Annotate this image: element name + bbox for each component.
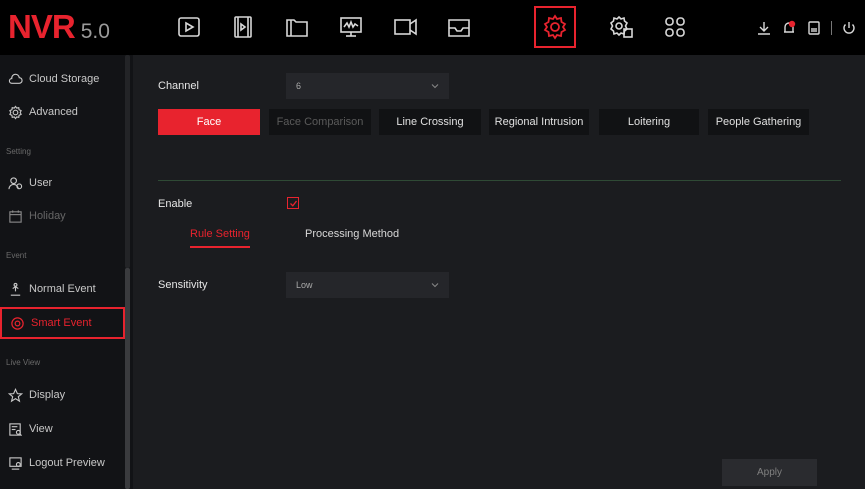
user-icon [8,176,23,189]
chevron-down-icon [431,283,439,288]
calendar-icon [9,209,22,223]
disk-icon[interactable] [806,20,822,36]
top-navigation-bar: NVR 5.0 [0,0,865,55]
sidebar-item-label: Normal Event [29,283,96,295]
sidebar-item-label: Display [29,389,66,401]
sidebar-item-label: Logout Preview [29,457,105,469]
logo-text: NVR [8,8,76,45]
channel-value: 6 [296,81,302,91]
advanced-gear-icon [9,104,22,120]
sidebar-item-label: Holiday [29,210,66,222]
sensitivity-select[interactable]: Low [286,272,449,298]
sensitivity-value: Low [296,280,313,290]
sidebar-item-label: View [29,423,53,435]
sidebar-item-advanced[interactable]: Advanced [0,96,125,128]
camera-icon[interactable] [384,6,426,48]
sidebar-item-label: Smart Event [31,317,92,329]
settings-icon[interactable] [534,6,576,48]
smart-event-icon [11,316,24,330]
folder-icon[interactable] [276,6,318,48]
tab-face-comparison[interactable]: Face Comparison [269,109,371,135]
tab-people-gathering[interactable]: People Gathering [708,109,809,135]
playback-icon[interactable] [168,6,210,48]
logout-preview-icon [9,456,22,470]
sidebar-item-normal-event[interactable]: Normal Event [0,273,125,305]
sidebar-item-display[interactable]: Display [0,379,125,411]
sidebar-item-holiday[interactable]: Holiday [0,200,125,232]
enable-label: Enable [158,198,193,210]
download-icon[interactable] [756,20,772,36]
sidebar-item-view[interactable]: View [0,413,125,445]
sensitivity-label: Sensitivity [158,279,208,291]
alarm-icon[interactable] [781,20,797,36]
tab-regional-intrusion[interactable]: Regional Intrusion [489,109,589,135]
logo-version: 5.0 [80,20,110,43]
sidebar-item-label: User [29,177,53,189]
system-settings-icon[interactable] [600,6,642,48]
sidebar-item-user[interactable]: User [0,167,125,199]
apply-button[interactable]: Apply [722,459,817,486]
smart-event-panel: Channel 6 Face Face Comparison Line Cros… [133,55,865,489]
sidebar-item-smart-event[interactable]: Smart Event [0,307,125,339]
subtab-rule-setting[interactable]: Rule Setting [190,228,250,240]
enable-checkbox[interactable] [287,197,299,209]
cloud-icon [8,73,23,84]
monitor-icon[interactable] [330,6,372,48]
tab-line-crossing[interactable]: Line Crossing [379,109,481,135]
section-divider [158,180,841,181]
chevron-down-icon [431,84,439,89]
tab-face[interactable]: Face [158,109,260,135]
checkmark-icon [289,200,297,207]
video-file-icon[interactable] [222,6,264,48]
subtab-active-indicator [190,246,250,248]
subtab-processing-method[interactable]: Processing Method [305,228,399,240]
channel-label: Channel [158,80,199,92]
status-separator [831,21,832,35]
channel-select[interactable]: 6 [286,73,449,99]
view-icon [9,422,22,436]
sidebar-item-logout-preview[interactable]: Logout Preview [0,447,125,479]
event-alert-icon [10,282,21,296]
settings-sidebar: Cloud Storage Advanced Setting User Holi… [0,55,133,489]
power-icon[interactable] [841,20,857,36]
star-icon [8,387,23,402]
apps-grid-icon[interactable] [654,6,696,48]
tab-loitering[interactable]: Loitering [599,109,699,135]
storage-icon[interactable] [438,6,480,48]
status-icon-group [756,18,857,38]
sidebar-item-cloud-storage[interactable]: Cloud Storage [0,63,125,95]
nvr-logo: NVR 5.0 [8,8,110,48]
sidebar-item-label: Cloud Storage [29,73,100,85]
sidebar-item-label: Advanced [29,106,78,118]
sidebar-scroll-track [125,55,130,268]
sidebar-scrollbar[interactable] [125,268,130,489]
sidebar-section-event: Event [6,251,27,260]
sidebar-section-setting: Setting [6,147,31,156]
sidebar-section-live-view: Live View [6,358,41,367]
